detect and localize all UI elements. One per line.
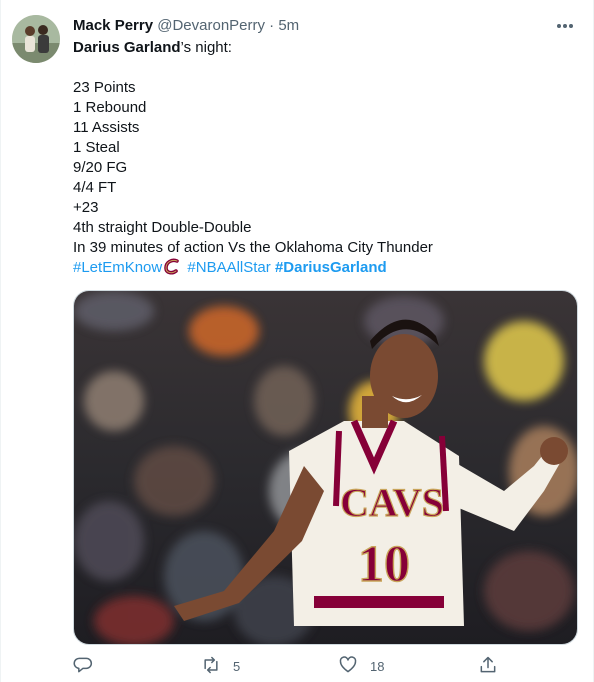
reply-button[interactable] [73, 654, 93, 678]
retweet-count: 5 [233, 658, 241, 674]
stat-line: 4/4 FT [73, 179, 117, 196]
jersey-team-text: CAVS [340, 480, 444, 525]
reply-icon [73, 655, 93, 678]
tweet-header: Mack Perry @DevaronPerry · 5m [73, 16, 299, 36]
author-handle[interactable]: @DevaronPerry [157, 17, 265, 34]
share-button[interactable] [478, 654, 498, 678]
stat-line: 1 Steal [73, 139, 120, 156]
tweet-photo[interactable]: CAVS 10 [73, 290, 578, 645]
intro-suffix: ’s night: [180, 39, 232, 56]
hashtag-line: #LetEmKnow #NBAAllStar #DariusGarland [73, 258, 573, 278]
more-options-button[interactable] [553, 14, 577, 36]
hashtag-letemknow[interactable]: #LetEmKnow [73, 259, 162, 276]
tweet-card[interactable]: Mack Perry @DevaronPerry · 5m Darius Gar… [0, 0, 594, 682]
retweet-icon [201, 655, 221, 678]
tweet-actions: 5 18 [73, 654, 503, 678]
stat-line: 1 Rebound [73, 99, 147, 116]
hashtag-nbaallstar[interactable]: #NBAAllStar [187, 259, 270, 276]
tweet-text: Darius Garland’s night: 23 Points 1 Rebo… [73, 38, 573, 278]
hashtag-dariusgarland[interactable]: #DariusGarland [275, 259, 387, 276]
separator-dot: · [269, 17, 275, 34]
avatar[interactable] [12, 15, 60, 63]
tweet-timestamp[interactable]: 5m [278, 17, 299, 34]
like-icon [338, 655, 358, 678]
more-icon [556, 16, 574, 34]
cavs-c-emoji-icon [163, 258, 181, 281]
retweet-button[interactable]: 5 [201, 654, 240, 678]
stat-line: In 39 minutes of action Vs the Oklahoma … [73, 239, 433, 256]
share-icon [478, 655, 498, 678]
jersey-number-text: 10 [358, 536, 410, 593]
stat-line: +23 [73, 199, 99, 216]
author-name[interactable]: Mack Perry [73, 17, 153, 34]
intro-line: Darius Garland’s night: [73, 38, 573, 58]
like-button[interactable]: 18 [338, 654, 384, 678]
intro-player-name: Darius Garland [73, 39, 181, 56]
stat-line: 9/20 FG [73, 159, 128, 176]
stat-line: 11 Assists [73, 119, 140, 136]
stat-line: 23 Points [73, 79, 136, 96]
stat-line: 4th straight Double-Double [73, 219, 252, 236]
like-count: 18 [370, 658, 385, 674]
